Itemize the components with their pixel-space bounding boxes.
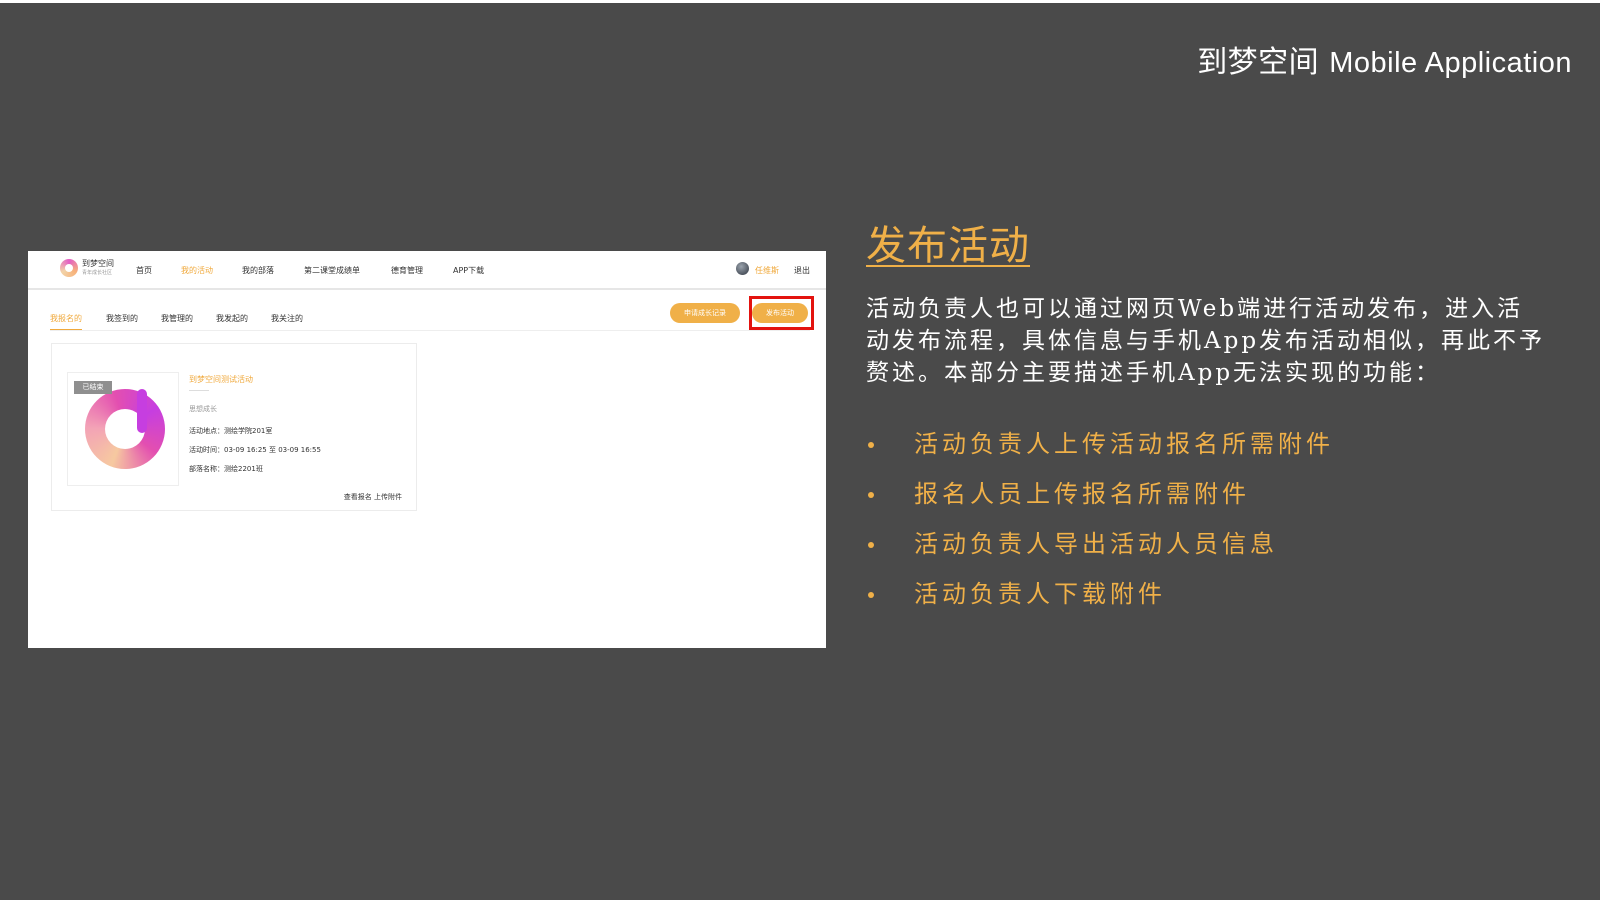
list-item: 活动负责人上传活动报名所需附件	[866, 429, 1334, 479]
slide-header-cn: 到梦空间	[1197, 45, 1320, 80]
activity-logo-icon	[85, 389, 165, 469]
apply-growth-record-button[interactable]: 申请成长记录	[670, 303, 740, 323]
nav-item-transcript[interactable]: 第二课堂成绩单	[304, 265, 360, 276]
nav-item-moral-management[interactable]: 德育管理	[391, 265, 423, 276]
list-item: 活动负责人导出活动人员信息	[866, 529, 1334, 579]
status-badge: 已结束	[74, 381, 112, 394]
subtab-divider	[50, 330, 810, 331]
list-item-text: 活动负责人导出活动人员信息	[914, 530, 1278, 558]
card-actions: 查看报名 上传附件	[344, 492, 402, 502]
tab-managed[interactable]: 我管理的	[161, 313, 193, 324]
list-item-text: 活动负责人下载附件	[914, 580, 1166, 608]
nav-item-my-tribe[interactable]: 我的部落	[242, 265, 274, 276]
bullet-icon	[868, 442, 874, 448]
activity-category: 思想成长	[189, 405, 217, 413]
list-item-text: 报名人员上传报名所需附件	[914, 480, 1250, 508]
slide: 到梦空间 Mobile Application 到梦空间 青年成长社区 首页 我…	[0, 3, 1600, 900]
logout-link[interactable]: 退出	[794, 265, 810, 276]
feature-list: 活动负责人上传活动报名所需附件 报名人员上传报名所需附件 活动负责人导出活动人员…	[866, 429, 1334, 629]
username[interactable]: 任维斯	[755, 265, 779, 276]
activity-time: 活动时间：03-09 16:25 至 03-09 16:55	[189, 446, 321, 454]
logo-subtitle: 青年成长社区	[82, 270, 113, 276]
tab-initiated[interactable]: 我发起的	[216, 313, 248, 324]
section-description: 活动负责人也可以通过网页Web端进行活动发布，进入活动发布流程，具体信息与手机A…	[866, 296, 1546, 386]
card-divider	[189, 390, 209, 391]
activity-image: 已结束	[67, 372, 179, 486]
nav-item-my-activities[interactable]: 我的活动	[181, 265, 213, 276]
list-item: 报名人员上传报名所需附件	[866, 479, 1334, 529]
upload-attachment-link[interactable]: 上传附件	[374, 493, 402, 501]
section-title: 发布活动	[866, 223, 1030, 269]
slide-header-en: Mobile Application	[1329, 47, 1572, 79]
slide-header: 到梦空间 Mobile Application	[1197, 37, 1572, 81]
tab-signed-up[interactable]: 我报名的	[50, 313, 82, 330]
activity-title[interactable]: 到梦空间测试活动	[189, 374, 253, 385]
bullet-icon	[868, 592, 874, 598]
activity-location: 活动地点：测绘学院201室	[189, 427, 273, 435]
tab-followed[interactable]: 我关注的	[271, 313, 303, 324]
logo-notch	[137, 389, 147, 433]
view-signup-link[interactable]: 查看报名	[344, 493, 372, 501]
activity-card[interactable]: 已结束 到梦空间测试活动 思想成长 活动地点：测绘学院201室 活动时间：03-…	[51, 343, 417, 511]
web-screenshot: 到梦空间 青年成长社区 首页 我的活动 我的部落 第二课堂成绩单 德育管理 AP…	[28, 251, 826, 648]
nav-item-home[interactable]: 首页	[136, 265, 152, 276]
top-navbar: 到梦空间 青年成长社区 首页 我的活动 我的部落 第二课堂成绩单 德育管理 AP…	[28, 251, 826, 290]
avatar[interactable]	[736, 262, 749, 275]
list-item: 活动负责人下载附件	[866, 579, 1334, 629]
bullet-icon	[868, 492, 874, 498]
bullet-icon	[868, 542, 874, 548]
publish-button-highlight	[749, 296, 814, 330]
nav-item-app-download[interactable]: APP下载	[453, 265, 484, 276]
app-logo-icon[interactable]	[60, 259, 78, 277]
tab-checked-in[interactable]: 我签到的	[106, 313, 138, 324]
activity-department: 部落名称：测绘2201班	[189, 465, 263, 473]
logo-text: 到梦空间	[82, 259, 114, 268]
list-item-text: 活动负责人上传活动报名所需附件	[914, 430, 1334, 458]
